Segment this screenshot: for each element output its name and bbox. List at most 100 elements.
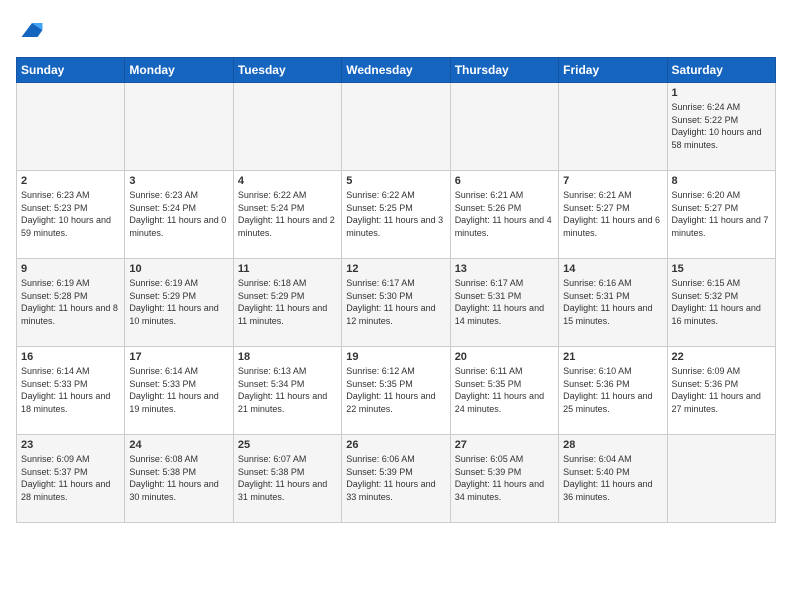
day-number: 27 [455,439,554,451]
calendar-cell: 24 Sunrise: 6:08 AM Sunset: 5:38 PM Dayli… [125,435,233,523]
day-info: Sunrise: 6:23 AM Sunset: 5:24 PM Dayligh… [129,189,228,239]
calendar-cell: 8 Sunrise: 6:20 AM Sunset: 5:27 PM Daylig… [667,171,775,259]
day-info: Sunrise: 6:13 AM Sunset: 5:34 PM Dayligh… [238,365,337,415]
day-info: Sunrise: 6:14 AM Sunset: 5:33 PM Dayligh… [129,365,228,415]
day-header-monday: Monday [125,58,233,83]
calendar-cell: 14 Sunrise: 6:16 AM Sunset: 5:31 PM Dayli… [559,259,667,347]
calendar-cell [17,83,125,171]
calendar-cell: 10 Sunrise: 6:19 AM Sunset: 5:29 PM Dayli… [125,259,233,347]
day-header-friday: Friday [559,58,667,83]
day-number: 24 [129,439,228,451]
day-info: Sunrise: 6:23 AM Sunset: 5:23 PM Dayligh… [21,189,120,239]
day-info: Sunrise: 6:08 AM Sunset: 5:38 PM Dayligh… [129,453,228,503]
day-info: Sunrise: 6:05 AM Sunset: 5:39 PM Dayligh… [455,453,554,503]
day-number: 13 [455,263,554,275]
day-info: Sunrise: 6:06 AM Sunset: 5:39 PM Dayligh… [346,453,445,503]
day-header-tuesday: Tuesday [233,58,341,83]
calendar-cell: 21 Sunrise: 6:10 AM Sunset: 5:36 PM Dayli… [559,347,667,435]
week-row-1: 1 Sunrise: 6:24 AM Sunset: 5:22 PM Daylig… [17,83,776,171]
day-info: Sunrise: 6:22 AM Sunset: 5:24 PM Dayligh… [238,189,337,239]
page-header [16,16,776,49]
week-row-4: 16 Sunrise: 6:14 AM Sunset: 5:33 PM Dayli… [17,347,776,435]
day-info: Sunrise: 6:24 AM Sunset: 5:22 PM Dayligh… [672,101,771,151]
day-number: 28 [563,439,662,451]
day-header-wednesday: Wednesday [342,58,450,83]
day-info: Sunrise: 6:11 AM Sunset: 5:35 PM Dayligh… [455,365,554,415]
day-number: 4 [238,175,337,187]
day-info: Sunrise: 6:17 AM Sunset: 5:30 PM Dayligh… [346,277,445,327]
calendar-cell: 5 Sunrise: 6:22 AM Sunset: 5:25 PM Daylig… [342,171,450,259]
calendar-cell: 11 Sunrise: 6:18 AM Sunset: 5:29 PM Dayli… [233,259,341,347]
calendar-cell: 16 Sunrise: 6:14 AM Sunset: 5:33 PM Dayli… [17,347,125,435]
calendar-cell: 3 Sunrise: 6:23 AM Sunset: 5:24 PM Daylig… [125,171,233,259]
calendar-cell: 2 Sunrise: 6:23 AM Sunset: 5:23 PM Daylig… [17,171,125,259]
calendar-cell [125,83,233,171]
day-number: 10 [129,263,228,275]
day-number: 26 [346,439,445,451]
day-number: 5 [346,175,445,187]
calendar-cell: 13 Sunrise: 6:17 AM Sunset: 5:31 PM Dayli… [450,259,558,347]
calendar-cell: 22 Sunrise: 6:09 AM Sunset: 5:36 PM Dayli… [667,347,775,435]
day-info: Sunrise: 6:19 AM Sunset: 5:29 PM Dayligh… [129,277,228,327]
calendar-cell: 23Sunrise: 6:09 AM Sunset: 5:37 PM Dayli… [17,435,125,523]
logo-icon [18,16,46,44]
day-number: 3 [129,175,228,187]
day-number: 16 [21,351,120,363]
calendar-cell: 26 Sunrise: 6:06 AM Sunset: 5:39 PM Dayli… [342,435,450,523]
day-number: 20 [455,351,554,363]
day-number: 18 [238,351,337,363]
day-info: Sunrise: 6:18 AM Sunset: 5:29 PM Dayligh… [238,277,337,327]
day-info: Sunrise: 6:17 AM Sunset: 5:31 PM Dayligh… [455,277,554,327]
day-number: 25 [238,439,337,451]
day-number: 2 [21,175,120,187]
calendar-cell: 27 Sunrise: 6:05 AM Sunset: 5:39 PM Dayli… [450,435,558,523]
calendar-cell [233,83,341,171]
calendar-cell: 7 Sunrise: 6:21 AM Sunset: 5:27 PM Daylig… [559,171,667,259]
day-number: 12 [346,263,445,275]
day-number: 1 [672,87,771,99]
day-number: 14 [563,263,662,275]
day-info: Sunrise: 6:19 AM Sunset: 5:28 PM Dayligh… [21,277,120,327]
day-number: 9 [21,263,120,275]
week-row-2: 2 Sunrise: 6:23 AM Sunset: 5:23 PM Daylig… [17,171,776,259]
day-number: 21 [563,351,662,363]
day-header-saturday: Saturday [667,58,775,83]
week-row-5: 23Sunrise: 6:09 AM Sunset: 5:37 PM Dayli… [17,435,776,523]
day-number: 23 [21,439,120,451]
day-info: Sunrise: 6:22 AM Sunset: 5:25 PM Dayligh… [346,189,445,239]
day-info: Sunrise: 6:14 AM Sunset: 5:33 PM Dayligh… [21,365,120,415]
day-info: Sunrise: 6:09 AM Sunset: 5:36 PM Dayligh… [672,365,771,415]
days-of-week-row: SundayMondayTuesdayWednesdayThursdayFrid… [17,58,776,83]
day-info: Sunrise: 6:16 AM Sunset: 5:31 PM Dayligh… [563,277,662,327]
calendar-cell: 25 Sunrise: 6:07 AM Sunset: 5:38 PM Dayli… [233,435,341,523]
calendar-cell: 9 Sunrise: 6:19 AM Sunset: 5:28 PM Daylig… [17,259,125,347]
calendar-cell: 19Sunrise: 6:12 AM Sunset: 5:35 PM Dayli… [342,347,450,435]
calendar-cell: 1 Sunrise: 6:24 AM Sunset: 5:22 PM Daylig… [667,83,775,171]
day-number: 11 [238,263,337,275]
calendar-cell [342,83,450,171]
day-number: 7 [563,175,662,187]
day-info: Sunrise: 6:07 AM Sunset: 5:38 PM Dayligh… [238,453,337,503]
day-info: Sunrise: 6:10 AM Sunset: 5:36 PM Dayligh… [563,365,662,415]
calendar-cell: 20 Sunrise: 6:11 AM Sunset: 5:35 PM Dayli… [450,347,558,435]
day-info: Sunrise: 6:20 AM Sunset: 5:27 PM Dayligh… [672,189,771,239]
calendar-cell: 28 Sunrise: 6:04 AM Sunset: 5:40 PM Dayli… [559,435,667,523]
calendar-cell: 4 Sunrise: 6:22 AM Sunset: 5:24 PM Daylig… [233,171,341,259]
calendar-cell [559,83,667,171]
day-info: Sunrise: 6:15 AM Sunset: 5:32 PM Dayligh… [672,277,771,327]
calendar-table: SundayMondayTuesdayWednesdayThursdayFrid… [16,57,776,523]
day-number: 8 [672,175,771,187]
calendar-cell: 18 Sunrise: 6:13 AM Sunset: 5:34 PM Dayli… [233,347,341,435]
calendar-cell: 17Sunrise: 6:14 AM Sunset: 5:33 PM Dayli… [125,347,233,435]
calendar-cell [450,83,558,171]
day-number: 22 [672,351,771,363]
day-info: Sunrise: 6:04 AM Sunset: 5:40 PM Dayligh… [563,453,662,503]
week-row-3: 9 Sunrise: 6:19 AM Sunset: 5:28 PM Daylig… [17,259,776,347]
calendar-cell: 15Sunrise: 6:15 AM Sunset: 5:32 PM Dayli… [667,259,775,347]
logo [16,16,46,49]
day-info: Sunrise: 6:12 AM Sunset: 5:35 PM Dayligh… [346,365,445,415]
day-info: Sunrise: 6:21 AM Sunset: 5:27 PM Dayligh… [563,189,662,239]
day-number: 6 [455,175,554,187]
day-header-sunday: Sunday [17,58,125,83]
calendar-cell: 12 Sunrise: 6:17 AM Sunset: 5:30 PM Dayli… [342,259,450,347]
